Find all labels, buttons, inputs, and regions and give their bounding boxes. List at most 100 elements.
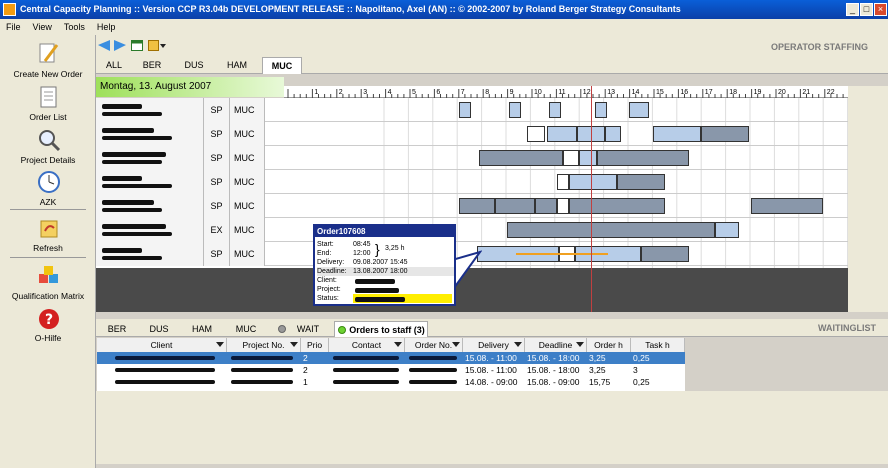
order-bar[interactable] — [597, 150, 689, 166]
sidebar-item-project-details[interactable]: Project Details — [0, 155, 96, 165]
order-bar[interactable] — [459, 198, 495, 214]
tab-ber-bottom[interactable]: BER — [102, 321, 132, 337]
tab-orders-to-staff[interactable]: Orders to staff (3) — [334, 321, 428, 337]
staff-type-cell: SP — [204, 170, 230, 194]
order-bar[interactable] — [509, 102, 521, 118]
staff-type-cell: SP — [204, 122, 230, 146]
menu-file[interactable]: File — [0, 19, 27, 35]
order-bar[interactable] — [479, 150, 563, 166]
sidebar-item-azk[interactable]: AZK — [0, 197, 96, 207]
col-client-label: Client — [150, 340, 173, 350]
filter-icon[interactable] — [452, 342, 460, 347]
redacted-cell — [115, 356, 215, 360]
cubes-icon — [37, 264, 61, 288]
gantt-scroll-area[interactable] — [848, 86, 888, 312]
sidebar-item-qualification-matrix[interactable]: Qualification Matrix — [0, 291, 96, 301]
tab-muc[interactable]: MUC — [262, 57, 302, 74]
tab-ham-bottom[interactable]: HAM — [186, 321, 218, 337]
redacted-name — [102, 112, 162, 116]
col-delivery[interactable]: Delivery — [463, 338, 525, 352]
staff-row[interactable]: SP MUC — [96, 146, 848, 170]
col-order-h-label: Order h — [594, 340, 623, 350]
order-bar[interactable] — [557, 198, 569, 214]
staff-row[interactable]: SP MUC — [96, 194, 848, 218]
table-row[interactable]: 1 14.08. - 09:00 15.08. - 09:00 15,75 0,25 — [97, 376, 685, 388]
waitinglist-tabs: BER DUS HAM MUC WAIT Orders to staff (3) — [96, 319, 888, 337]
cell-deadline: 15.08. - 09:00 — [527, 377, 580, 387]
col-order-h[interactable]: Order h — [587, 338, 631, 352]
ruler-hour-label: 20 — [778, 89, 786, 96]
filter-icon[interactable] — [216, 342, 224, 347]
redacted-name — [102, 256, 162, 260]
forward-arrow-icon[interactable] — [114, 40, 126, 53]
order-bar[interactable] — [569, 174, 617, 190]
order-bar[interactable] — [605, 126, 621, 142]
tab-ham[interactable]: HAM — [220, 57, 254, 74]
location-tabs: ALL BER DUS HAM MUC — [96, 57, 888, 74]
sidebar-item-refresh[interactable]: Refresh — [0, 243, 96, 253]
staff-row[interactable]: SP MUC — [96, 170, 848, 194]
order-bar[interactable] — [527, 126, 545, 142]
order-bar[interactable] — [751, 198, 823, 214]
calendar-icon[interactable] — [131, 40, 143, 53]
tab-muc-bottom[interactable]: MUC — [230, 321, 262, 337]
col-order-no[interactable]: Order No. — [405, 338, 463, 352]
col-task-h[interactable]: Task h — [631, 338, 685, 352]
col-project-label: Project No. — [242, 340, 285, 350]
order-bar[interactable] — [557, 174, 569, 190]
minimize-button[interactable]: _ — [846, 3, 859, 16]
menu-tools[interactable]: Tools — [58, 19, 91, 35]
filter-icon[interactable] — [394, 342, 402, 347]
back-arrow-icon[interactable] — [98, 40, 110, 53]
col-project-no[interactable]: Project No. — [227, 338, 301, 352]
order-bar[interactable] — [495, 198, 535, 214]
close-button[interactable]: × — [874, 3, 887, 16]
filter-dropdown-icon[interactable] — [148, 40, 166, 53]
order-bar[interactable] — [595, 102, 607, 118]
sidebar-item-order-list[interactable]: Order List — [0, 112, 96, 122]
sidebar-item-o-hilfe[interactable]: O-Hilfe — [0, 333, 96, 343]
redacted-name — [102, 248, 142, 253]
redacted-name — [102, 176, 142, 181]
col-prio[interactable]: Prio — [301, 338, 329, 352]
ruler-hour-label: 2 — [339, 89, 343, 96]
tab-ber[interactable]: BER — [136, 57, 168, 74]
order-bar[interactable] — [701, 126, 749, 142]
order-bar[interactable] — [563, 150, 579, 166]
order-bar[interactable] — [715, 222, 739, 238]
tab-wait[interactable]: WAIT — [276, 321, 328, 337]
order-bar[interactable] — [653, 126, 701, 142]
table-row[interactable]: 2 15.08. - 11:00 15.08. - 18:00 3,25 0,25 — [97, 352, 685, 364]
col-contact[interactable]: Contact — [329, 338, 405, 352]
tab-dus-bottom[interactable]: DUS — [144, 321, 174, 337]
clock-icon — [37, 170, 61, 194]
tooltip-duration: 3,25 h — [385, 245, 405, 252]
menu-view[interactable]: View — [27, 19, 58, 35]
menu-help[interactable]: Help — [91, 19, 122, 35]
tab-dus[interactable]: DUS — [178, 57, 210, 74]
col-client[interactable]: Client — [97, 338, 227, 352]
order-bar[interactable] — [547, 126, 577, 142]
maximize-button[interactable]: □ — [860, 3, 873, 16]
filter-icon[interactable] — [514, 342, 522, 347]
order-bar[interactable] — [535, 198, 557, 214]
order-bar[interactable] — [459, 102, 471, 118]
ruler-hour-label: 11 — [558, 89, 565, 96]
staff-row[interactable]: SP MUC — [96, 98, 848, 122]
redacted-name — [102, 128, 154, 133]
order-bar[interactable] — [617, 174, 665, 190]
sidebar-item-create-order[interactable]: Create New Order — [0, 69, 96, 79]
filter-icon[interactable] — [290, 342, 298, 347]
order-bar[interactable] — [641, 246, 689, 262]
order-bar[interactable] — [549, 102, 561, 118]
staff-row[interactable]: SP MUC — [96, 122, 848, 146]
order-bar[interactable] — [507, 222, 715, 238]
staff-row[interactable]: EX MUC — [96, 218, 848, 242]
order-bar[interactable] — [629, 102, 649, 118]
order-bar[interactable] — [579, 150, 597, 166]
col-deadline[interactable]: Deadline — [525, 338, 587, 352]
table-row[interactable]: 2 15.08. - 11:00 15.08. - 18:00 3,25 3 — [97, 364, 685, 376]
order-bar[interactable] — [569, 198, 665, 214]
tab-all[interactable]: ALL — [100, 57, 128, 74]
filter-icon[interactable] — [576, 342, 584, 347]
